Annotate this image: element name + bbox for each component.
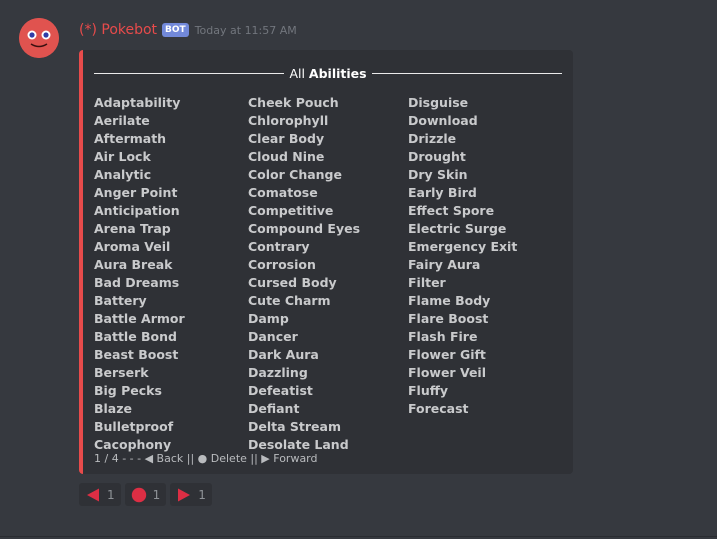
ability-item: Early Bird [408,185,477,200]
ability-item: Cute Charm [248,293,331,308]
username[interactable]: (*) Pokebot [79,22,157,38]
ability-item: Drizzle [408,131,457,146]
ability-item: Drought [408,149,466,164]
ability-item: Bulletproof [94,419,174,434]
ability-item: Berserk [94,365,149,380]
ability-item: Cursed Body [248,275,337,290]
right-triangle-icon [178,488,191,501]
message-header: (*) Pokebot BOT Today at 11:57 AM [79,20,297,40]
ability-item: Air Lock [94,149,151,164]
title-divider-left [94,72,285,74]
ability-item: Fluffy [408,383,448,398]
ability-item: Aroma Veil [94,239,171,254]
ability-item: Aura Break [94,257,173,272]
ability-item: Aftermath [94,131,167,146]
ability-item: Effect Spore [408,203,495,218]
ability-item: Battle Armor [94,311,185,326]
ability-item: Aerilate [94,113,150,128]
ability-item: Flower Veil [408,365,486,380]
ability-item: Comatose [248,185,318,200]
abilities-column-1: Adaptability Aerilate Aftermath Air Lock Ana… [94,94,185,454]
reaction-count: 1 [198,487,206,502]
abilities-column-2: Cheek Pouch Chlorophyll Clear Body Cloud Ni… [248,94,360,454]
message-divider [0,536,717,537]
avatar-face-icon [19,18,59,58]
ability-item: Adaptability [94,95,181,110]
bot-badge: BOT [162,23,189,37]
ability-item: Anticipation [94,203,180,218]
ability-item: Dancer [248,329,298,344]
ability-item: Dazzling [248,365,308,380]
ability-item: Defeatist [248,383,313,398]
ability-item: Fairy Aura [408,257,481,272]
abilities-column-3: Disguise Download Drizzle Drought Dry Skin Ea… [408,94,517,418]
message-timestamp: Today at 11:57 AM [194,23,297,37]
reaction-back[interactable]: 1 [79,483,121,506]
reaction-count: 1 [107,487,115,502]
ability-item: Emergency Exit [408,239,518,254]
ability-item: Dry Skin [408,167,468,182]
embed-title-text: All Abilities [284,66,371,81]
ability-item: Arena Trap [94,221,171,236]
reaction-forward[interactable]: 1 [170,483,212,506]
ability-item: Damp [248,311,289,326]
ability-item: Dark Aura [248,347,319,362]
reaction-delete[interactable]: 1 [124,483,167,506]
title-bold: Abilities [308,65,367,81]
ability-item: Flare Boost [408,311,489,326]
ability-item: Download [408,113,478,128]
ability-item: Defiant [248,401,300,416]
ability-item: Chlorophyll [248,113,329,128]
reactions-bar: 1 1 1 [79,483,212,506]
reaction-count: 1 [152,487,161,502]
ability-item: Beast Boost [94,347,179,362]
ability-item: Competitive [248,203,334,218]
red-circle-icon [131,487,146,502]
embed-accent-bar [79,50,83,474]
message-embed: All Abilities Adaptability Aerilate Afterm… [79,50,573,474]
ability-item: Clear Body [248,131,325,146]
ability-item: Flower Gift [408,347,486,362]
bot-avatar[interactable] [19,18,59,58]
ability-item: Compound Eyes [248,221,361,236]
ability-item: Electric Surge [408,221,507,236]
ability-item: Color Change [248,167,342,182]
ability-item: Corrosion [248,257,316,272]
embed-footer: 1 / 4 - - - ◀ Back || ● Delete || ▶ Forw… [94,452,318,465]
ability-item: Flame Body [408,293,491,308]
ability-item: Forecast [408,401,469,416]
chat-message: (*) Pokebot BOT Today at 11:57 AM All Ab… [0,0,717,539]
title-prefix: All [289,65,305,81]
ability-item: Bad Dreams [94,275,180,290]
ability-item: Cloud Nine [248,149,325,164]
left-triangle-icon [87,488,99,501]
ability-item: Battery [94,293,147,308]
ability-item: Filter [408,275,446,290]
ability-item: Battle Bond [94,329,177,344]
embed-title: All Abilities [94,65,563,81]
ability-item: Contrary [248,239,310,254]
ability-item: Anger Point [94,185,178,200]
ability-item: Big Pecks [94,383,162,398]
ability-item: Cheek Pouch [248,95,339,110]
ability-item: Delta Stream [248,419,341,434]
ability-item: Disguise [408,95,469,110]
title-divider-right [371,72,563,74]
ability-item: Analytic [94,167,152,182]
ability-item: Blaze [94,401,133,416]
ability-item: Flash Fire [408,329,478,344]
